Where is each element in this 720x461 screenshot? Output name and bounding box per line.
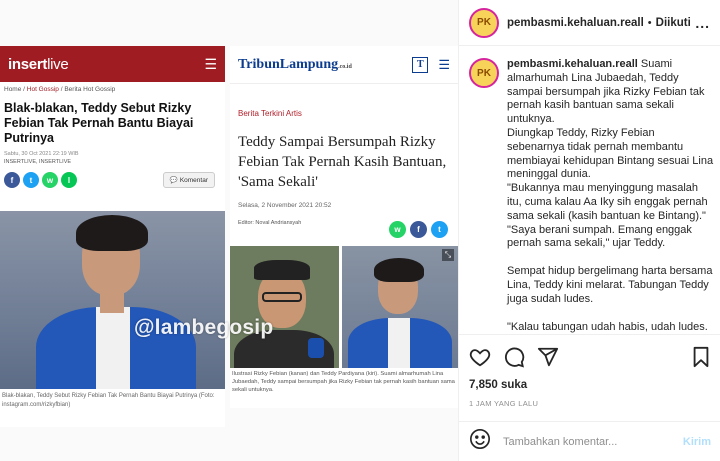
post-side-panel: PK pembasmi.kehaluan.reall • Diikuti ...… — [458, 0, 720, 461]
insertlive-logo: insertlive — [8, 55, 69, 73]
photo-caption: Blak-blakan, Teddy Sebut Rizky Febian Ta… — [2, 393, 215, 408]
comment-button: 💬 Komentar — [162, 172, 215, 188]
line-icon: l — [61, 172, 77, 188]
post-header: PK pembasmi.kehaluan.reall • Diikuti ... — [459, 0, 720, 46]
article-date: Sabtu, 30 Oct 2021 22:19 WIB — [4, 151, 79, 157]
post-comment-button[interactable]: Kirim — [683, 436, 711, 448]
share-bar: w f t — [385, 214, 452, 238]
insertlive-header: insertlive ☰ — [0, 46, 225, 82]
action-icons — [469, 345, 711, 369]
post-timestamp: 1 JAM YANG LALU — [469, 399, 539, 408]
photo-shape — [374, 258, 424, 282]
post-caption: PK pembasmi.kehaluan.reall Suami almarhu… — [469, 58, 715, 333]
article-date: Selasa, 2 November 2021 20:52 — [238, 202, 332, 209]
avatar[interactable]: PK — [469, 58, 499, 88]
article-photo — [0, 211, 225, 389]
comment-box: Tambahkan komentar... Kirim — [459, 421, 720, 461]
article-insertlive: insertlive ☰ Home / Hot Gossip / Berita … — [0, 46, 225, 427]
post-media[interactable]: insertlive ☰ Home / Hot Gossip / Berita … — [0, 0, 458, 461]
caption-username[interactable]: pembasmi.kehaluan.reall — [507, 58, 638, 70]
breadcrumb: Home / Hot Gossip / Berita Hot Gossip — [4, 86, 116, 93]
bookmark-icon[interactable] — [691, 346, 711, 368]
hamburger-icon: ☰ — [438, 56, 450, 72]
photo-shape — [254, 260, 310, 280]
article-title: Teddy Sampai Bersumpah Rizky Febian Tak … — [238, 134, 447, 190]
caption-line: "Kalau tabungan udah habis, udah ludes. — [507, 320, 708, 333]
photo-caption: Ilustrasi Rizky Febian (kanan) dan Teddy… — [232, 371, 455, 393]
hamburger-icon: ☰ — [204, 55, 217, 72]
watermark: @lambegosip — [134, 316, 274, 339]
separator-dot: • — [647, 16, 652, 29]
article-source: INSERTLIVE, INSERTLIVE — [4, 159, 72, 165]
tribun-logo: TribunLampung.co.id — [238, 56, 352, 72]
whatsapp-icon: w — [42, 172, 58, 188]
heart-icon[interactable] — [469, 346, 491, 368]
tribun-header: TribunLampung.co.id T ☰ — [230, 46, 458, 84]
comment-icon[interactable] — [503, 346, 525, 368]
comment-input[interactable]: Tambahkan komentar... — [503, 436, 683, 448]
whatsapp-icon: w — [389, 221, 406, 238]
article-tribun: TribunLampung.co.id T ☰ Berita Terkini A… — [230, 46, 458, 408]
caption-text: pembasmi.kehaluan.reall Suami almarhumah… — [507, 58, 715, 333]
microphone-icon — [308, 338, 324, 358]
photo-shape — [96, 307, 130, 389]
caption-line: "Bukannya mau menyinggung masalah itu, c… — [507, 182, 708, 222]
photo-shape — [388, 318, 410, 368]
facebook-icon: f — [4, 172, 20, 188]
article-photo-right: ⤡ — [342, 246, 458, 368]
twitter-icon: t — [431, 221, 448, 238]
caption-line: "Saya berani sumpah. Emang enggak pernah… — [507, 223, 692, 250]
twitter-icon: t — [23, 172, 39, 188]
facebook-icon: f — [410, 221, 427, 238]
caption-line: Diungkap Teddy, Rizky Febian sebenarnya … — [507, 126, 714, 181]
article-category: Berita Terkini Artis — [238, 109, 302, 118]
emoji-icon[interactable] — [469, 428, 491, 455]
article-title: Blak-blakan, Teddy Sebut Rizky Febian Ta… — [4, 101, 194, 145]
tribun-badge: T — [412, 56, 429, 73]
photo-shape — [262, 292, 302, 302]
share-icon[interactable] — [537, 346, 559, 368]
share-bar: f t w l 💬 Komentar — [0, 165, 225, 188]
expand-icon: ⤡ — [442, 249, 454, 261]
username-link[interactable]: pembasmi.kehaluan.reall — [507, 17, 644, 29]
photo-shape — [76, 215, 148, 251]
article-editor: Editor: Noval Andriansyah — [238, 220, 302, 226]
more-options-icon[interactable]: ... — [695, 15, 710, 31]
post-actions: 7,850 suka 1 JAM YANG LALU — [459, 334, 720, 408]
article-photo-left — [230, 246, 339, 368]
caption-line: Sempat hidup bergelimang harta bersama L… — [507, 265, 713, 305]
avatar[interactable]: PK — [469, 7, 499, 38]
like-count[interactable]: 7,850 suka — [469, 379, 711, 391]
instagram-post-window: insertlive ☰ Home / Hot Gossip / Berita … — [0, 0, 720, 461]
follow-status-button[interactable]: Diikuti — [656, 17, 691, 29]
